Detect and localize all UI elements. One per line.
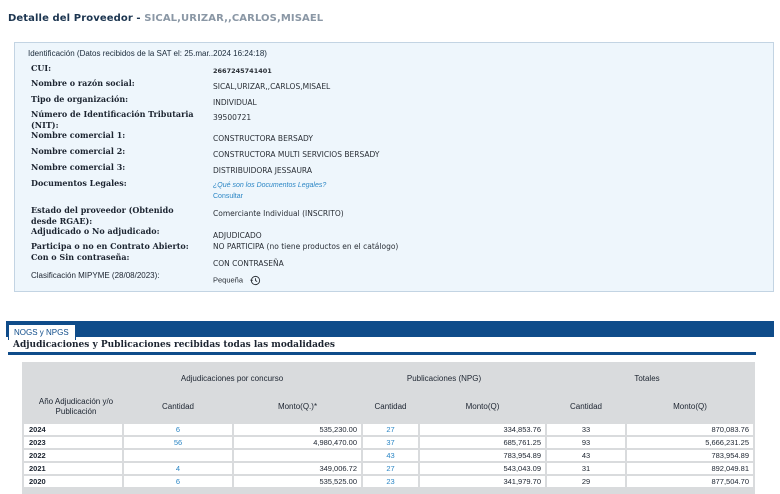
tipo-organizacion-value: INDIVIDUAL <box>213 98 257 107</box>
cantidad-adj-link[interactable]: 56 <box>124 437 232 448</box>
cui-label: CUI: <box>31 63 52 73</box>
cantidad-total-cell: 43 <box>547 450 625 461</box>
cantidad-adj-link[interactable] <box>124 450 232 461</box>
documentos-legales-info-link[interactable]: ¿Qué son los Documentos Legales? <box>213 182 326 189</box>
cantidad-npg-link[interactable]: 37 <box>363 437 418 448</box>
monto-total-cell: 870,083.76 <box>627 424 753 435</box>
razon-social-value: SICAL,URIZAR,,CARLOS,MISAEL <box>213 82 331 91</box>
mipyme-label: Clasificación MIPYME (28/08/2023): <box>31 271 160 280</box>
monto-npg-cell: 341,979.70 <box>420 476 545 487</box>
monto-total-cell: 5,666,231.25 <box>627 437 753 448</box>
nombre-comercial-3-label: Nombre comercial 3: <box>31 162 126 172</box>
nombre-comercial-2-value: CONSTRUCTORA MULTI SERVICIOS BERSADY <box>213 150 380 159</box>
identification-header: Identificación (Datos recibidos de la SA… <box>28 49 267 58</box>
cantidad-npg-link[interactable]: 27 <box>363 424 418 435</box>
razon-social-label: Nombre o razón social: <box>31 78 135 88</box>
column-header-cantidad-npg: Cantidad <box>374 402 407 411</box>
column-header-monto-adj: Monto(Q.)* <box>277 402 318 411</box>
cantidad-npg-link[interactable]: 23 <box>363 476 418 487</box>
nombre-comercial-3-value: DISTRIBUIDORA JESSAURA <box>213 166 312 175</box>
nombre-comercial-1-value: CONSTRUCTORA BERSADY <box>213 134 314 143</box>
estado-proveedor-value: Comerciante Individual (INSCRITO) <box>213 209 344 218</box>
monto-total-cell: 783,954.89 <box>627 450 753 461</box>
section-divider <box>8 352 756 355</box>
monto-npg-cell: 685,761.25 <box>420 437 545 448</box>
year-cell: 2021 <box>24 463 122 474</box>
cantidad-total-cell: 29 <box>547 476 625 487</box>
cantidad-adj-link[interactable]: 4 <box>124 463 232 474</box>
documentos-legales-consultar-link[interactable]: Consultar <box>213 193 243 200</box>
monto-adj-cell: 535,525.00 <box>234 476 361 487</box>
adjudicado-label: Adjudicado o No adjudicado: <box>31 226 160 236</box>
group-header-publicaciones: Publicaciones (NPG) <box>406 374 482 383</box>
adjudicado-value: ADJUDICADO <box>213 231 262 240</box>
cantidad-total-cell: 33 <box>547 424 625 435</box>
nombre-comercial-2-label: Nombre comercial 2: <box>31 146 126 156</box>
monto-adj-cell: 535,230.00 <box>234 424 361 435</box>
documentos-legales-info-text[interactable]: ¿Qué son los Documentos Legales? <box>213 182 326 189</box>
cantidad-npg-link[interactable]: 43 <box>363 450 418 461</box>
monto-npg-cell: 543,043.09 <box>420 463 545 474</box>
mipyme-value: Pequeña <box>213 275 244 285</box>
tab-bar <box>6 321 774 337</box>
contrato-abierto-value: NO PARTICIPA (no tiene productos en el c… <box>213 242 399 251</box>
cui-value: 2667245741401 <box>213 67 272 75</box>
column-header-monto-total: Monto(Q) <box>673 402 707 411</box>
tab-nogs-npgs[interactable]: NOGS y NPGS <box>8 324 76 340</box>
nit-label: Número de Identificación Tributaria (NIT… <box>31 109 194 130</box>
adjudicaciones-table: Adjudicaciones por concurso Publicacione… <box>22 362 755 494</box>
monto-adj-cell: 349,006.72 <box>234 463 361 474</box>
column-header-cantidad-adj: Cantidad <box>161 402 195 411</box>
table-row: 2022 43 783,954.89 43 783,954.89 <box>24 450 753 461</box>
documentos-legales-label: Documentos Legales: <box>31 178 127 188</box>
page-title: Detalle del Proveedor - SICAL,URIZAR,,CA… <box>8 13 323 24</box>
monto-adj-cell: 4,980,470.00 <box>234 437 361 448</box>
monto-total-cell: 877,504.70 <box>627 476 753 487</box>
column-header-anio: Año Adjudicación y/o Publicación <box>38 397 114 416</box>
year-cell: 2020 <box>24 476 122 487</box>
table-row: 2024 6 535,230.00 27 334,853.76 33 870,0… <box>24 424 753 435</box>
column-header-cantidad-total: Cantidad <box>569 402 603 411</box>
year-cell: 2024 <box>24 424 122 435</box>
column-header-monto-npg: Monto(Q) <box>465 402 500 411</box>
history-icon[interactable] <box>250 275 261 286</box>
cantidad-total-cell: 93 <box>547 437 625 448</box>
cantidad-adj-link[interactable]: 6 <box>124 476 232 487</box>
section-title: Adjudicaciones y Publicaciones recibidas… <box>13 340 335 350</box>
monto-adj-cell <box>234 450 361 461</box>
year-cell: 2022 <box>24 450 122 461</box>
cantidad-npg-link[interactable]: 27 <box>363 463 418 474</box>
year-cell: 2023 <box>24 437 122 448</box>
provider-name: SICAL,URIZAR,,CARLOS,MISAEL <box>144 13 324 24</box>
page-title-label: Detalle del Proveedor - <box>8 13 145 24</box>
contrasena-value: CON CONTRASEÑA <box>213 259 284 268</box>
contrato-abierto-label: Participa o no en Contrato Abierto: <box>31 241 189 251</box>
nit-value: 39500721 <box>213 113 252 122</box>
monto-npg-cell: 783,954.89 <box>420 450 545 461</box>
mipyme-value-group: Pequeña <box>213 275 261 286</box>
estado-proveedor-label: Estado del proveedor (Obtenido desde RGA… <box>31 205 174 226</box>
cantidad-adj-link[interactable]: 6 <box>124 424 232 435</box>
identification-panel: Identificación (Datos recibidos de la SA… <box>14 42 774 292</box>
group-header-adjudicaciones: Adjudicaciones por concurso <box>180 374 284 383</box>
group-header-totales: Totales <box>634 374 660 383</box>
monto-total-cell: 892,049.81 <box>627 463 753 474</box>
table-row: 2021 4 349,006.72 27 543,043.09 31 892,0… <box>24 463 753 474</box>
contrasena-label: Con o Sin contraseña: <box>31 252 130 262</box>
monto-npg-cell: 334,853.76 <box>420 424 545 435</box>
cantidad-total-cell: 31 <box>547 463 625 474</box>
tipo-organizacion-label: Tipo de organización: <box>31 94 129 104</box>
table-row: 2020 6 535,525.00 23 341,979.70 29 877,5… <box>24 476 753 487</box>
table-row: 2023 56 4,980,470.00 37 685,761.25 93 5,… <box>24 437 753 448</box>
nombre-comercial-1-label: Nombre comercial 1: <box>31 130 126 140</box>
